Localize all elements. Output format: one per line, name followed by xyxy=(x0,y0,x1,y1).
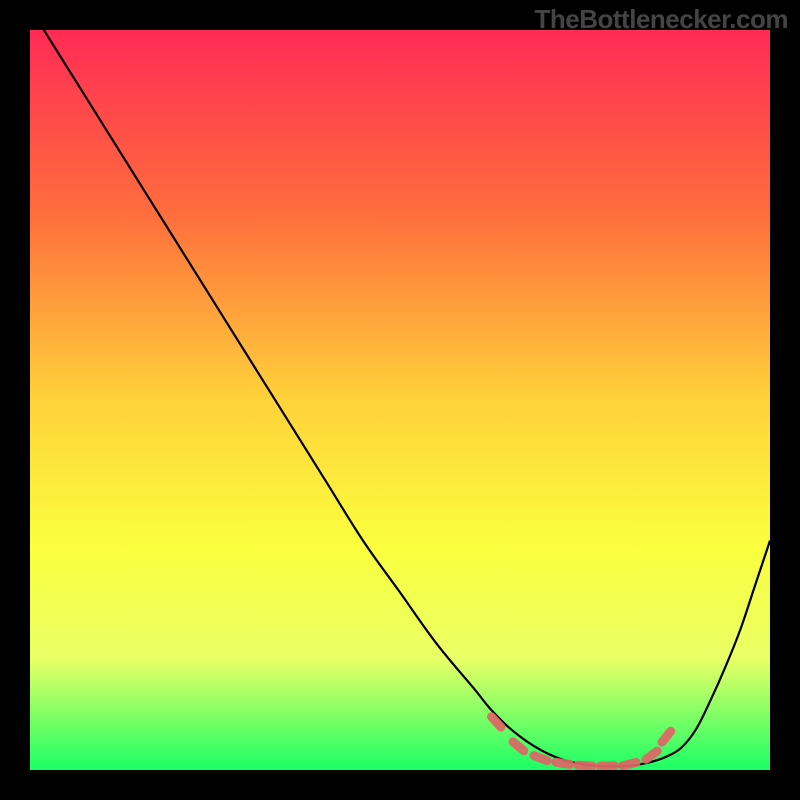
highlight-dash xyxy=(556,762,570,764)
highlight-dash xyxy=(623,762,637,765)
chart-container: TheBottlenecker.com xyxy=(0,0,800,800)
gradient-background xyxy=(30,30,770,770)
highlight-dash xyxy=(534,756,547,761)
highlight-dash xyxy=(578,765,592,766)
plot-area xyxy=(30,30,770,770)
chart-svg xyxy=(30,30,770,770)
attribution-text: TheBottlenecker.com xyxy=(535,4,788,35)
